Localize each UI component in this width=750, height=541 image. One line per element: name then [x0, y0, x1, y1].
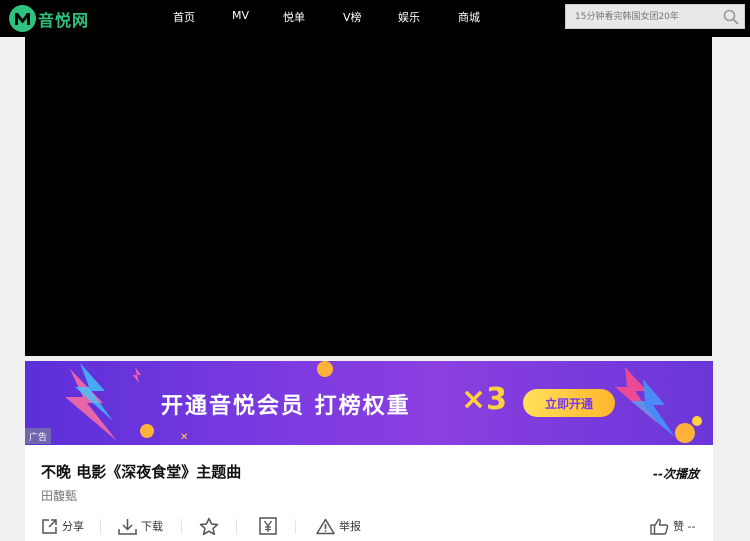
ad-cta-button[interactable]: 立即开通	[523, 389, 615, 417]
nav-item-entertainment[interactable]: 娱乐	[398, 9, 420, 25]
like-label: 赞 --	[673, 520, 696, 533]
nav-item-vchart[interactable]: V榜	[343, 9, 362, 25]
tip-button[interactable]	[259, 516, 277, 536]
nav-item-playlists[interactable]: 悦单	[283, 9, 305, 25]
download-icon	[118, 518, 137, 535]
ad-label: 广告	[25, 428, 51, 444]
yen-icon	[259, 517, 277, 535]
ad-multiplier: ×3	[461, 382, 508, 417]
favorite-button[interactable]	[199, 516, 219, 536]
thumbs-up-icon	[650, 518, 669, 535]
divider	[295, 519, 296, 534]
report-label: 举报	[339, 520, 361, 533]
share-icon	[42, 518, 57, 534]
download-button[interactable]: 下载	[118, 516, 163, 536]
top-navigation-bar: 音悦网 首页 MV 悦单 V榜 娱乐 商城	[0, 0, 750, 37]
share-button[interactable]: 分享	[41, 516, 84, 536]
play-count: --次播放	[653, 467, 699, 481]
share-label: 分享	[62, 520, 84, 533]
divider	[181, 519, 182, 534]
nav-item-mv[interactable]: MV	[232, 9, 249, 22]
divider	[236, 519, 237, 534]
nav-item-shop[interactable]: 商城	[458, 9, 480, 25]
report-button[interactable]: 举报	[316, 516, 361, 536]
search-icon[interactable]	[722, 8, 740, 26]
ad-banner[interactable]: ✕ 开通音悦会员 打榜权重 ×3 立即开通 广告	[25, 361, 713, 445]
ad-slogan: 开通音悦会员 打榜权重	[161, 394, 411, 419]
video-title: 不晚 电影《深夜食堂》主题曲	[41, 463, 242, 481]
artist-name[interactable]: 田馥甄	[41, 487, 77, 504]
download-label: 下载	[141, 520, 163, 533]
warning-icon	[316, 518, 335, 534]
nav-item-home[interactable]: 首页	[173, 9, 195, 25]
divider	[100, 519, 101, 534]
video-info-panel: 不晚 电影《深夜食堂》主题曲 --次播放 田馥甄 分享 下载 举报 赞 --	[25, 445, 713, 541]
like-button[interactable]: 赞 --	[650, 516, 695, 536]
search-input[interactable]	[566, 5, 716, 28]
video-player[interactable]	[25, 37, 712, 356]
search-box	[565, 4, 745, 29]
svg-text:✕: ✕	[180, 432, 188, 443]
star-icon	[199, 517, 219, 535]
